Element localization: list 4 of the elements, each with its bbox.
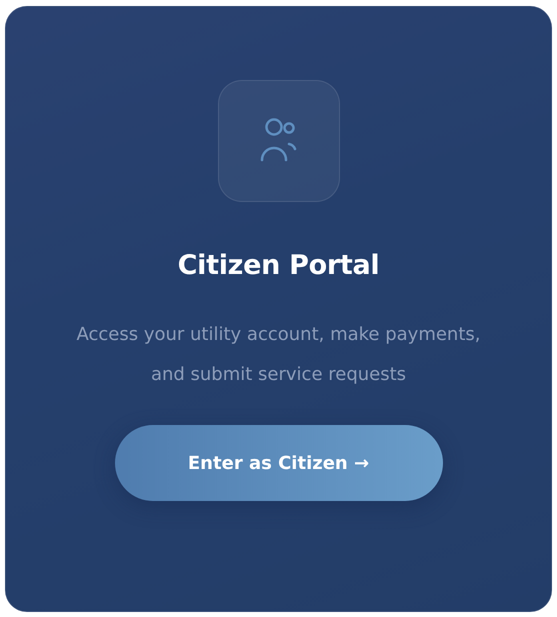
users-icon — [258, 118, 298, 164]
card-title: Citizen Portal — [178, 250, 380, 281]
enter-button[interactable]: Enter as Citizen → — [114, 425, 442, 501]
card-description: Access your utility account, make payments, and submit service requests — [75, 323, 482, 387]
